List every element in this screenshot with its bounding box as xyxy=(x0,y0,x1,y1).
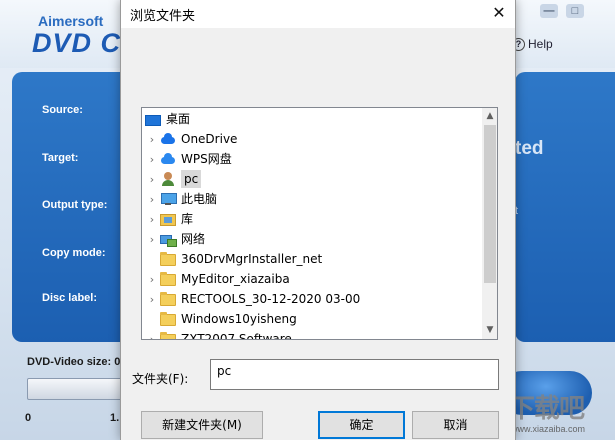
tree-item-label: RECTOOLS_30-12-2020 03-00 xyxy=(181,292,361,306)
folder-icon xyxy=(160,251,176,266)
tree-item[interactable]: Windows10yisheng xyxy=(142,309,482,329)
desktop-icon xyxy=(145,114,161,126)
tree-item[interactable]: › MyEditor_xiazaiba xyxy=(142,269,482,289)
scroll-down-icon[interactable]: ▼ xyxy=(482,322,497,339)
expand-chevron-icon[interactable]: › xyxy=(144,193,160,206)
tree-item[interactable]: 桌面 xyxy=(142,109,482,129)
brand-name-small: Aimersoft xyxy=(38,13,104,29)
network-icon xyxy=(160,232,177,247)
library-icon xyxy=(160,213,176,226)
status-panel: ted t xyxy=(515,72,615,342)
app-window-controls: — □ xyxy=(540,4,584,18)
status-text: ted xyxy=(515,138,544,159)
tree-item-label: WPS网盘 xyxy=(181,152,232,166)
tree-item-label: 桌面 xyxy=(166,112,191,126)
brand-logo-text: DVD C xyxy=(32,28,122,58)
tree-item-label: MyEditor_xiazaiba xyxy=(181,272,290,286)
tree-item-label: pc xyxy=(181,170,202,188)
scroll-up-icon[interactable]: ▲ xyxy=(482,108,497,125)
watermark-mark: 下载吧 xyxy=(509,393,585,423)
dialog-title: 浏览文件夹 xyxy=(130,9,196,24)
watermark-url: www.xiazaiba.com xyxy=(511,424,586,434)
this-pc-icon xyxy=(160,192,177,206)
tree-item[interactable]: › 库 xyxy=(142,209,482,229)
folder-tree[interactable]: 桌面 › OneDrive › WPS网盘 › pc › 此电脑 › 库 › 网络 360DrvMgrIn… xyxy=(141,107,498,340)
maximize-button[interactable]: □ xyxy=(566,4,584,18)
target-label: Target: xyxy=(42,152,79,164)
expand-chevron-icon[interactable]: › xyxy=(144,173,160,186)
ok-button[interactable]: 确定 xyxy=(318,411,405,439)
help-link[interactable]: ? Help xyxy=(512,37,553,51)
dvd-size-label: DVD-Video size: 0 xyxy=(27,356,121,368)
tree-scrollbar[interactable]: ▲ ▼ xyxy=(482,108,497,339)
tree-item[interactable]: › 此电脑 xyxy=(142,189,482,209)
size-tick-end: 1. xyxy=(110,412,120,424)
tree-item-label: 此电脑 xyxy=(181,192,218,206)
minimize-button[interactable]: — xyxy=(540,4,558,18)
tree-item[interactable]: › 网络 xyxy=(142,229,482,249)
close-button[interactable]: ✕ xyxy=(483,0,515,28)
expand-chevron-icon[interactable]: › xyxy=(144,293,160,306)
folder-icon xyxy=(160,331,176,339)
tree-item-label: Windows10yisheng xyxy=(181,312,297,326)
expand-chevron-icon[interactable]: › xyxy=(144,233,160,246)
expand-chevron-icon[interactable]: › xyxy=(144,333,160,340)
tree-item[interactable]: › pc xyxy=(142,169,482,189)
browse-folder-dialog: 浏览文件夹 ✕ 桌面 › OneDrive › WPS网盘 › pc › 此电脑 › 库 › 网络 360… xyxy=(120,0,516,440)
tree-item[interactable]: › OneDrive xyxy=(142,129,482,149)
cancel-button[interactable]: 取消 xyxy=(412,411,499,439)
folder-icon xyxy=(160,271,176,286)
expand-chevron-icon[interactable]: › xyxy=(144,133,160,146)
dvd-size-bar xyxy=(27,378,122,400)
folder-icon xyxy=(160,311,176,326)
tree-item-label: 网络 xyxy=(181,232,206,246)
tree-item[interactable]: › ZXT2007 Software xyxy=(142,329,482,340)
folder-field-label: 文件夹(F): xyxy=(132,372,189,386)
tree-item[interactable]: › WPS网盘 xyxy=(142,149,482,169)
tree-item[interactable]: 360DrvMgrInstaller_net xyxy=(142,249,482,269)
expand-chevron-icon[interactable]: › xyxy=(144,213,160,226)
folder-input[interactable]: pc xyxy=(210,359,499,390)
tree-item-label: 360DrvMgrInstaller_net xyxy=(181,252,323,266)
source-label: Source: xyxy=(42,104,83,116)
tree-item[interactable]: › RECTOOLS_30-12-2020 03-00 xyxy=(142,289,482,309)
wps-cloud-icon xyxy=(160,152,176,166)
tree-item-label: 库 xyxy=(181,212,194,226)
onedrive-icon xyxy=(160,132,176,146)
disc-label-label: Disc label: xyxy=(42,292,98,304)
expand-chevron-icon[interactable]: › xyxy=(144,273,160,286)
watermark: 下载吧 www.xiazaiba.com xyxy=(509,388,615,440)
expand-chevron-icon[interactable]: › xyxy=(144,153,160,166)
tree-item-label: ZXT2007 Software xyxy=(181,332,292,340)
user-folder-icon xyxy=(160,172,176,186)
copy-mode-label: Copy mode: xyxy=(42,247,106,259)
settings-panel: Source: Target: Output type: Copy mode: … xyxy=(12,72,130,342)
scroll-thumb[interactable] xyxy=(484,125,496,283)
new-folder-button[interactable]: 新建文件夹(M) xyxy=(141,411,263,439)
dialog-titlebar: 浏览文件夹 ✕ xyxy=(121,0,515,28)
size-tick-start: 0 xyxy=(25,412,32,424)
folder-icon xyxy=(160,291,176,306)
output-type-label: Output type: xyxy=(42,199,108,211)
help-label: Help xyxy=(528,37,553,51)
tree-item-label: OneDrive xyxy=(181,132,238,146)
